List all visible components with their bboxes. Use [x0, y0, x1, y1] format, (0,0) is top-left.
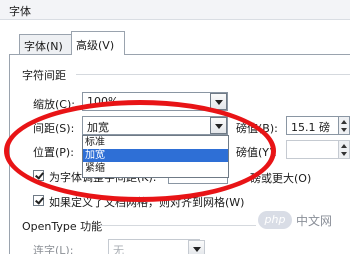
watermark-text: 中文网 — [296, 214, 333, 228]
spacing-by-label: 磅值(B): — [236, 122, 278, 135]
spacing-by-spinner[interactable] — [338, 116, 350, 135]
scale-dropdown[interactable]: 100% — [82, 92, 228, 111]
dropdown-option-expanded[interactable]: 加宽 — [83, 149, 228, 162]
snap-grid-checkbox[interactable] — [33, 195, 44, 206]
spacing-label: 间距(S): — [33, 122, 75, 135]
position-by-spinner[interactable] — [338, 140, 350, 159]
dialog-titlebar: 字体 — [0, 0, 350, 20]
dropdown-option-standard[interactable]: 标准 — [83, 136, 228, 149]
kerning-suffix: 磅或更大(O) — [250, 172, 312, 185]
chevron-down-icon — [215, 100, 223, 105]
section-title-opentype: OpenType 功能 — [22, 220, 103, 233]
tab-font-label: 字体(N) — [24, 40, 63, 53]
kerning-checkbox[interactable] — [33, 170, 44, 181]
tab-font[interactable]: 字体(N) — [19, 34, 72, 54]
position-label: 位置(P): — [33, 146, 74, 159]
spacing-by-value: 15.1 磅 — [291, 121, 330, 134]
spin-up-icon[interactable] — [341, 144, 347, 148]
spin-down-icon[interactable] — [341, 152, 347, 156]
ligatures-value: 无 — [113, 244, 124, 254]
watermark: php 中文网 — [258, 210, 350, 230]
ligatures-dropdown[interactable]: 无 — [108, 239, 200, 254]
position-by-label: 磅值(Y): — [236, 146, 278, 159]
dropdown-option-condensed[interactable]: 紧缩 — [83, 162, 228, 175]
spin-down-icon[interactable] — [341, 128, 347, 132]
chevron-down-icon — [215, 124, 223, 129]
spacing-dropdown[interactable]: 加宽 — [82, 116, 228, 135]
spacing-by-input[interactable]: 15.1 磅 — [286, 116, 340, 135]
spacing-dropdown-list[interactable]: 标准 加宽 紧缩 — [82, 135, 229, 178]
tab-advanced[interactable]: 高级(V) — [71, 31, 125, 55]
chevron-down-icon — [193, 247, 201, 252]
section-divider — [76, 74, 350, 75]
tab-advanced-label: 高级(V) — [76, 39, 115, 52]
watermark-logo: php — [258, 211, 292, 229]
ligatures-dropdown-button[interactable] — [188, 240, 205, 254]
dialog-title: 字体 — [9, 5, 31, 18]
spin-up-icon[interactable] — [341, 120, 347, 124]
spacing-value: 加宽 — [87, 121, 109, 134]
scale-value: 100% — [87, 95, 119, 108]
ligatures-label: 连字(L): — [33, 244, 74, 254]
scale-dropdown-button[interactable] — [210, 93, 227, 110]
snap-grid-label: 如果定义了文档网格，则对齐到网格(W) — [49, 196, 245, 209]
section-title-character-spacing: 字符间距 — [22, 69, 66, 82]
section-divider — [100, 225, 256, 226]
spacing-dropdown-button[interactable] — [210, 117, 227, 134]
position-by-input[interactable] — [286, 140, 340, 159]
scale-label: 缩放(C): — [33, 98, 75, 111]
